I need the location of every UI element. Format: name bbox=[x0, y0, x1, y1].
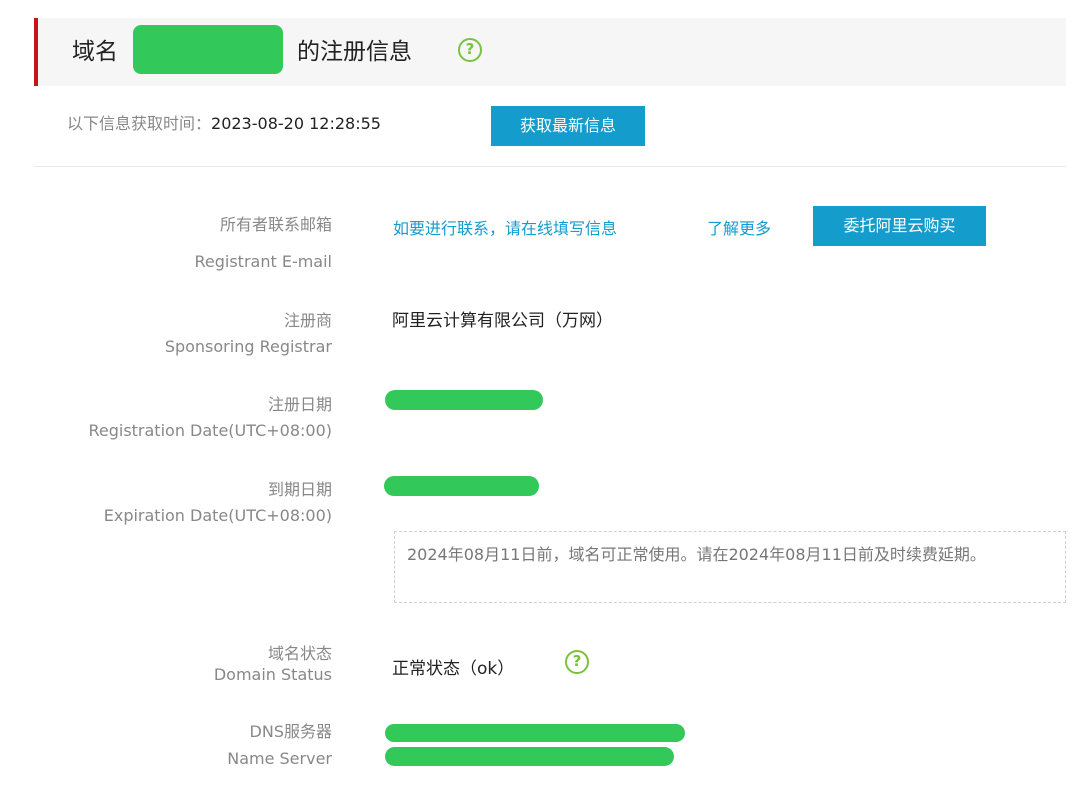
refresh-info-button[interactable]: 获取最新信息 bbox=[491, 106, 645, 146]
reg-date-label-en: Registration Date(UTC+08:00) bbox=[88, 421, 332, 440]
exp-date-label-cn: 到期日期 bbox=[267, 480, 332, 499]
email-label-cn: 所有者联系邮箱 bbox=[219, 215, 332, 234]
dns-label-cn: DNS服务器 bbox=[249, 722, 332, 741]
redacted-domain-name bbox=[133, 25, 283, 74]
dns-label-en: Name Server bbox=[227, 749, 332, 768]
fetch-time-value: 2023-08-20 12:28:55 bbox=[211, 114, 381, 133]
contact-online-link[interactable]: 如要进行联系，请在线填写信息 bbox=[393, 215, 617, 239]
redacted-name-server-1 bbox=[385, 724, 685, 742]
header-accent-bar bbox=[34, 18, 38, 86]
redacted-name-server-2 bbox=[385, 747, 674, 766]
redacted-expiration-date bbox=[384, 476, 539, 496]
registrar-value: 阿里云计算有限公司（万网） bbox=[392, 311, 613, 331]
fetch-time-row: 以下信息获取时间：2023-08-20 12:28:55 bbox=[67, 104, 381, 144]
divider bbox=[34, 166, 1066, 167]
fetch-time-label: 以下信息获取时间： bbox=[67, 114, 212, 133]
reg-date-label-cn: 注册日期 bbox=[267, 395, 332, 414]
learn-more-link[interactable]: 了解更多 bbox=[707, 215, 771, 239]
registrar-label-cn: 注册商 bbox=[283, 311, 332, 330]
status-label-cn: 域名状态 bbox=[267, 644, 332, 663]
domain-header: 域名 的注册信息 ? bbox=[34, 18, 1066, 86]
header-title-prefix: 域名 bbox=[72, 39, 118, 65]
status-value: 正常状态（ok） bbox=[392, 659, 515, 679]
email-label-en: Registrant E-mail bbox=[194, 252, 333, 271]
redacted-registration-date bbox=[385, 390, 543, 410]
status-label-en: Domain Status bbox=[213, 665, 332, 684]
exp-date-label-en: Expiration Date(UTC+08:00) bbox=[103, 506, 332, 525]
registrar-label-en: Sponsoring Registrar bbox=[164, 337, 332, 356]
renewal-notice: 2024年08月11日前，域名可正常使用。请在2024年08月11日前及时续费延… bbox=[394, 531, 1066, 603]
status-question-circle-icon[interactable]: ? bbox=[565, 650, 589, 674]
entrust-aliyun-button[interactable]: 委托阿里云购买 bbox=[813, 206, 986, 246]
question-circle-icon[interactable]: ? bbox=[458, 38, 482, 62]
header-title-suffix: 的注册信息 bbox=[297, 39, 412, 65]
